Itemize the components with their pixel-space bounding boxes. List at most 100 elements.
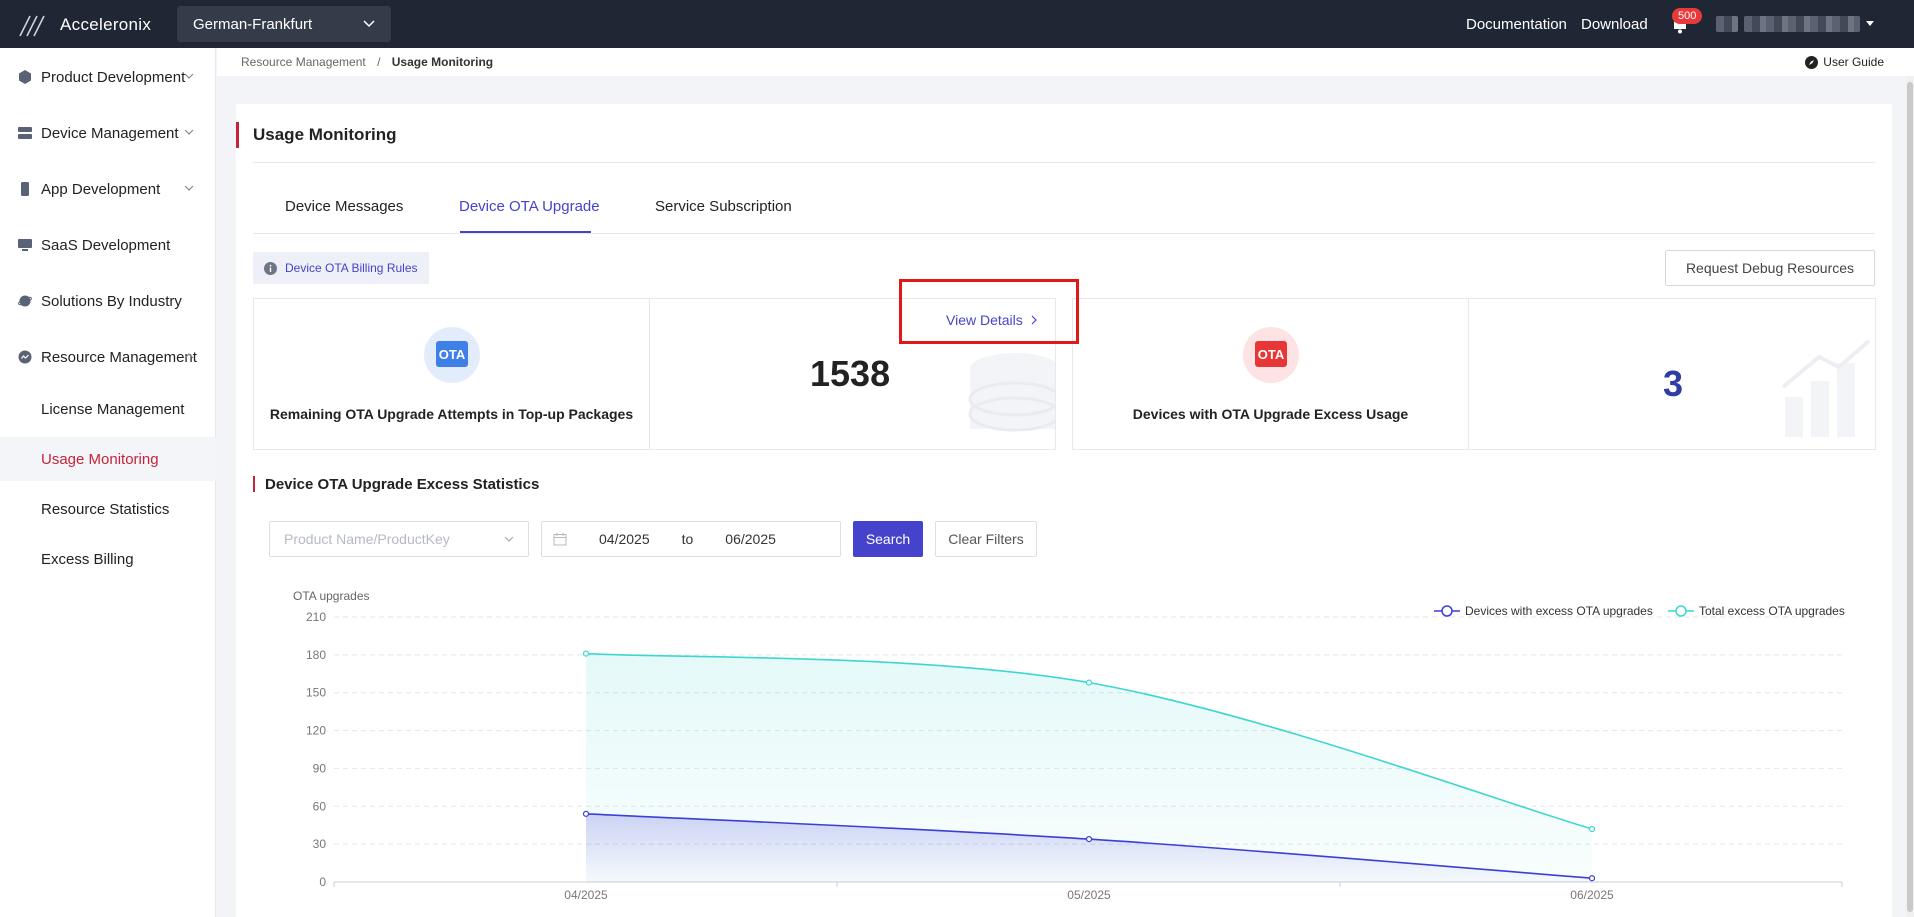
chevron-down-icon bbox=[184, 129, 194, 135]
x-tick-label: 05/2025 bbox=[1067, 888, 1111, 902]
legend-marker bbox=[1441, 605, 1453, 617]
y-tick-label: 60 bbox=[313, 799, 327, 813]
y-tick-label: 150 bbox=[306, 686, 326, 700]
sidebar-subitem-license-management[interactable]: License Management bbox=[0, 387, 216, 431]
sidebar-subitem-excess-billing[interactable]: Excess Billing bbox=[0, 537, 216, 581]
region-select[interactable]: German-Frankfurt bbox=[177, 6, 391, 42]
search-button[interactable]: Search bbox=[853, 521, 923, 557]
compass-icon bbox=[1805, 55, 1819, 69]
planet-icon bbox=[18, 295, 32, 307]
product-select[interactable]: Product Name/ProductKey bbox=[269, 521, 529, 557]
data-point bbox=[1085, 835, 1093, 843]
user-guide-link[interactable]: User Guide bbox=[1805, 55, 1884, 69]
username-redacted bbox=[1744, 16, 1860, 32]
product-select-placeholder: Product Name/ProductKey bbox=[284, 531, 450, 547]
legend-label: Total excess OTA upgrades bbox=[1699, 604, 1845, 618]
y-tick-label: 210 bbox=[306, 610, 326, 624]
scrollbar-thumb[interactable] bbox=[1907, 82, 1913, 912]
calendar-icon bbox=[553, 533, 567, 546]
breadcrumb: Resource Management / Usage Monitoring bbox=[241, 55, 493, 69]
chevron-down-icon bbox=[184, 73, 194, 79]
download-link[interactable]: Download bbox=[1581, 0, 1648, 48]
breadcrumb-separator: / bbox=[377, 55, 381, 69]
coins-watermark-icon bbox=[968, 353, 1055, 432]
phone-icon bbox=[21, 182, 29, 196]
monitor-icon bbox=[18, 239, 32, 251]
y-axis-label: OTA upgrades bbox=[293, 589, 370, 603]
sidebar-item-device-management[interactable]: Device Management bbox=[0, 118, 216, 148]
clear-filters-button[interactable]: Clear Filters bbox=[935, 521, 1037, 557]
remaining-ota-value: 1538 bbox=[810, 353, 891, 394]
brand-logo[interactable]: Acceleronix bbox=[18, 10, 151, 40]
breadcrumb-bar: Resource Management / Usage Monitoring U… bbox=[217, 48, 1914, 76]
date-to[interactable]: 06/2025 bbox=[725, 531, 776, 547]
cloud-icon bbox=[18, 350, 32, 364]
notification-badge: 500 bbox=[1672, 8, 1703, 24]
chevron-down-icon bbox=[504, 536, 514, 542]
tab-service-subscription[interactable]: Service Subscription bbox=[655, 198, 792, 215]
remaining-ota-label-cell: OTA Remaining OTA Upgrade Attempts in To… bbox=[254, 299, 649, 449]
chevron-down-icon bbox=[184, 185, 194, 191]
growth-chart-watermark-icon bbox=[1781, 339, 1871, 437]
user-guide-label: User Guide bbox=[1823, 55, 1884, 69]
excess-devices-value: 3 bbox=[1663, 363, 1684, 404]
x-tick-label: 06/2025 bbox=[1570, 888, 1614, 902]
cube-icon bbox=[19, 70, 31, 84]
caret-down-icon bbox=[1866, 21, 1874, 26]
breadcrumb-current: Usage Monitoring bbox=[391, 55, 494, 69]
excess-devices-label: Devices with OTA Upgrade Excess Usage bbox=[1132, 406, 1409, 422]
section-title: Device OTA Upgrade Excess Statistics bbox=[253, 476, 539, 493]
data-point bbox=[582, 650, 590, 657]
date-range-picker[interactable]: 04/2025 to 06/2025 bbox=[541, 521, 841, 557]
remaining-ota-label: Remaining OTA Upgrade Attempts in Top-up… bbox=[269, 406, 634, 422]
tab-device-ota-upgrade[interactable]: Device OTA Upgrade bbox=[459, 198, 600, 215]
divider bbox=[253, 162, 1875, 163]
user-menu[interactable] bbox=[1716, 14, 1876, 34]
sidebar-item-label: SaaS Development bbox=[41, 236, 171, 254]
y-tick-label: 30 bbox=[313, 837, 327, 851]
data-point bbox=[1085, 679, 1093, 686]
top-bar: Acceleronix German-Frankfurt Documentati… bbox=[0, 0, 1914, 48]
avatar bbox=[1716, 16, 1738, 32]
legend-marker bbox=[1675, 605, 1687, 617]
data-point bbox=[1588, 875, 1596, 882]
sidebar-item-label: Device Management bbox=[41, 124, 179, 142]
server-icon bbox=[18, 127, 32, 139]
legend-label: Devices with excess OTA upgrades bbox=[1465, 604, 1653, 618]
documentation-link[interactable]: Documentation bbox=[1466, 0, 1567, 48]
sidebar-item-app-development[interactable]: App Development bbox=[0, 174, 216, 204]
sidebar-subitem-resource-statistics[interactable]: Resource Statistics bbox=[0, 487, 216, 531]
y-tick-label: 180 bbox=[306, 648, 326, 662]
breadcrumb-parent[interactable]: Resource Management bbox=[241, 55, 366, 69]
y-tick-label: 120 bbox=[306, 724, 326, 738]
data-point bbox=[582, 810, 590, 817]
ota-excess-line-chart: OTA upgrades 0 30 60 90 120 150 180 210 04/2025 05… bbox=[293, 589, 1845, 902]
y-tick-label: 90 bbox=[313, 761, 327, 775]
ota-red-icon: OTA bbox=[1243, 327, 1299, 383]
sidebar: Product Development Device Management Ap… bbox=[0, 48, 216, 917]
sidebar-item-saas-development[interactable]: SaaS Development bbox=[0, 230, 216, 260]
x-tick-label: 04/2025 bbox=[564, 888, 608, 902]
sidebar-item-product-development[interactable]: Product Development bbox=[0, 62, 216, 92]
billing-rules-link[interactable]: Device OTA Billing Rules bbox=[253, 252, 429, 284]
region-value: German-Frankfurt bbox=[193, 15, 313, 33]
brand-name: Acceleronix bbox=[60, 15, 152, 34]
vertical-scrollbar[interactable] bbox=[1906, 76, 1914, 917]
info-icon bbox=[264, 261, 277, 275]
sidebar-item-label: Resource Management bbox=[41, 348, 197, 366]
highlight-box bbox=[899, 279, 1079, 344]
sidebar-item-resource-management[interactable]: Resource Management bbox=[0, 342, 216, 372]
billing-rules-label: Device OTA Billing Rules bbox=[285, 261, 418, 275]
sidebar-item-solutions-by-industry[interactable]: Solutions By Industry bbox=[0, 286, 216, 316]
excess-devices-card: OTA Devices with OTA Upgrade Excess Usag… bbox=[1072, 298, 1876, 450]
tab-device-messages[interactable]: Device Messages bbox=[285, 198, 403, 215]
ota-blue-icon: OTA bbox=[424, 327, 480, 383]
sidebar-subitem-usage-monitoring[interactable]: Usage Monitoring bbox=[0, 437, 216, 481]
chevron-down-icon bbox=[363, 20, 375, 28]
request-debug-resources-button[interactable]: Request Debug Resources bbox=[1665, 250, 1875, 286]
excess-devices-label-cell: OTA Devices with OTA Upgrade Excess Usag… bbox=[1073, 299, 1468, 449]
date-from[interactable]: 04/2025 bbox=[599, 531, 650, 547]
page-title: Usage Monitoring bbox=[236, 122, 397, 148]
ota-badge-text: OTA bbox=[1255, 341, 1287, 367]
date-separator: to bbox=[681, 531, 694, 547]
